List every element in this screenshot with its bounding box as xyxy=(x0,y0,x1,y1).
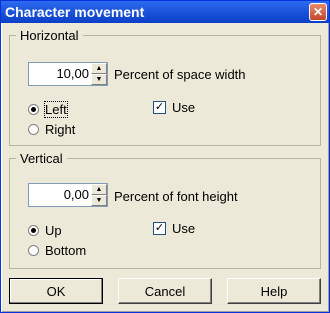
horizontal-percent-input[interactable]: 10,00 xyxy=(29,63,91,85)
horizontal-use-label: Use xyxy=(172,100,196,115)
vertical-spin-down-button[interactable]: ▼ xyxy=(91,195,107,206)
radio-right-indicator[interactable] xyxy=(28,124,39,135)
arrow-down-icon: ▼ xyxy=(95,76,103,83)
radio-right-label: Right xyxy=(45,122,76,137)
arrow-down-icon: ▼ xyxy=(95,197,103,204)
help-button[interactable]: Help xyxy=(227,278,321,304)
vertical-percent-label: Percent of font height xyxy=(114,189,238,204)
vertical-percent-stepper[interactable]: 0,00 ▲ ▼ xyxy=(28,183,108,207)
arrow-up-icon: ▲ xyxy=(95,186,103,193)
ok-button[interactable]: OK xyxy=(9,278,103,304)
close-button[interactable]: ✕ xyxy=(309,3,327,21)
vertical-use-checkbox[interactable]: ✓ Use xyxy=(153,221,195,236)
radio-bottom[interactable]: Bottom xyxy=(28,243,86,258)
radio-bottom-label: Bottom xyxy=(45,243,87,258)
title-bar: Character movement ✕ xyxy=(1,1,329,23)
radio-bottom-indicator[interactable] xyxy=(28,245,39,256)
horizontal-percent-label: Percent of space width xyxy=(114,67,246,82)
horizontal-spin-down-button[interactable]: ▼ xyxy=(91,74,107,85)
radio-left-label: Left xyxy=(44,101,68,118)
vertical-legend: Vertical xyxy=(20,151,63,166)
radio-right[interactable]: Right xyxy=(28,122,75,137)
vertical-percent-input[interactable]: 0,00 xyxy=(29,184,91,206)
horizontal-use-checkbox[interactable]: ✓ Use xyxy=(153,100,195,115)
vertical-spin-up-button[interactable]: ▲ xyxy=(91,184,107,195)
vertical-use-label: Use xyxy=(172,221,196,236)
window-title: Character movement xyxy=(5,4,145,20)
radio-left-indicator[interactable] xyxy=(28,104,39,115)
close-icon: ✕ xyxy=(312,5,324,19)
radio-left[interactable]: Left xyxy=(28,101,68,118)
radio-up[interactable]: Up xyxy=(28,223,62,238)
horizontal-use-checkmark-icon[interactable]: ✓ xyxy=(153,101,166,114)
arrow-up-icon: ▲ xyxy=(95,65,103,72)
vertical-use-checkmark-icon[interactable]: ✓ xyxy=(153,222,166,235)
horizontal-legend: Horizontal xyxy=(20,28,79,43)
character-movement-dialog: Character movement ✕ Horizontal 10,00 ▲ … xyxy=(0,0,330,313)
radio-up-label: Up xyxy=(45,223,62,238)
horizontal-spin-up-button[interactable]: ▲ xyxy=(91,63,107,74)
cancel-button[interactable]: Cancel xyxy=(118,278,212,304)
horizontal-percent-stepper[interactable]: 10,00 ▲ ▼ xyxy=(28,62,108,86)
radio-up-indicator[interactable] xyxy=(28,225,39,236)
